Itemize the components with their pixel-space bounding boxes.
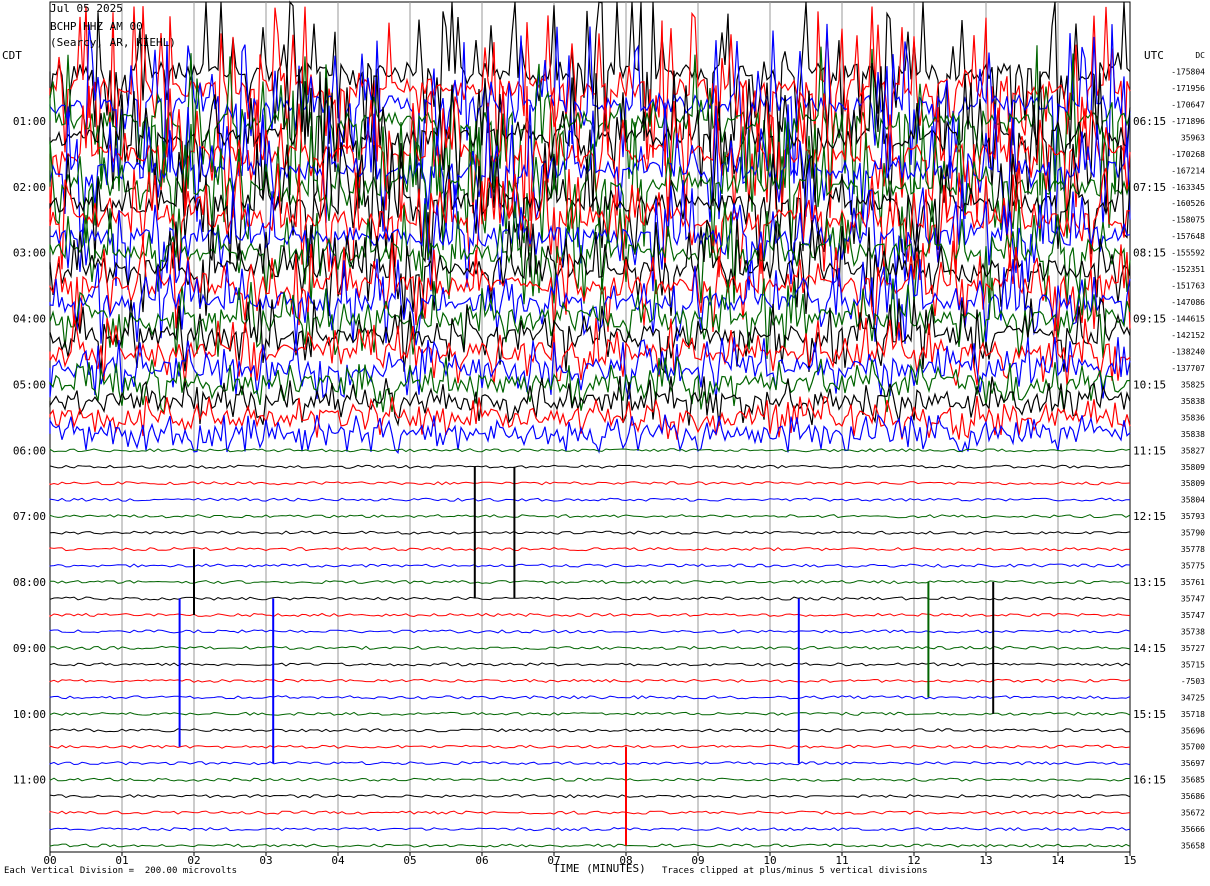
row-value-label: -138240 — [1171, 347, 1205, 356]
left-hour-label: 07:00 — [13, 510, 46, 523]
row-value-label: 35775 — [1181, 562, 1205, 571]
row-value-label: 35672 — [1181, 809, 1205, 818]
row-value-label: 35686 — [1181, 792, 1205, 801]
row-value-label: 35827 — [1181, 446, 1205, 455]
row-value-label: -167214 — [1171, 166, 1205, 175]
row-value-label: -142152 — [1171, 331, 1205, 340]
left-hour-label: 02:00 — [13, 181, 46, 194]
x-tick-label: 13 — [979, 854, 992, 867]
row-value-label: 35727 — [1181, 644, 1205, 653]
right-hour-label: 13:15 — [1133, 576, 1166, 589]
row-value-label: -163345 — [1171, 183, 1205, 192]
right-timezone: UTC — [1144, 49, 1164, 62]
row-value-label: 35761 — [1181, 578, 1205, 587]
row-value-label: 35700 — [1181, 743, 1205, 752]
right-hour-label: 07:15 — [1133, 181, 1166, 194]
row-value-label: 35825 — [1181, 380, 1205, 389]
left-hour-label: 03:00 — [13, 247, 46, 260]
right-hour-label: 06:15 — [1133, 115, 1166, 128]
row-value-label: 35804 — [1181, 496, 1205, 505]
row-value-label: 35738 — [1181, 627, 1205, 636]
row-value-label: 35666 — [1181, 825, 1205, 834]
right-hour-label: 08:15 — [1133, 247, 1166, 260]
left-hour-label: 04:00 — [13, 313, 46, 326]
left-hour-label: 06:00 — [13, 444, 46, 457]
row-value-label: -175804 — [1171, 67, 1205, 76]
row-value-label: -7503 — [1181, 677, 1205, 686]
row-value-label: 35809 — [1181, 463, 1205, 472]
x-tick-label: 14 — [1051, 854, 1065, 867]
row-value-label: -147086 — [1171, 298, 1205, 307]
left-hour-label: 05:00 — [13, 378, 46, 391]
left-hour-label: 08:00 — [13, 576, 46, 589]
row-value-label: -157648 — [1171, 232, 1205, 241]
row-value-label: 35809 — [1181, 479, 1205, 488]
helicorder-plot: 00 01 02 03 04 05 06 07 08 09 10 11 12 13 14 1501:0002:… — [13, 0, 1205, 867]
row-value-label: 35963 — [1181, 133, 1205, 142]
row-value-label: 35838 — [1181, 430, 1205, 439]
x-tick-label: 06 — [475, 854, 488, 867]
row-value-label: 35778 — [1181, 545, 1205, 554]
row-value-label: 35747 — [1181, 611, 1205, 620]
x-tick-label: 05 — [403, 854, 416, 867]
clip-note: Traces clipped at plus/minus 5 vertical … — [662, 866, 928, 876]
header-station: BCHP HHZ AM 00 — [50, 20, 143, 33]
scale-note: Each Vertical Division = 200.00 microvol… — [4, 866, 237, 876]
row-value-label: 35715 — [1181, 660, 1205, 669]
row-value-label: 35658 — [1181, 842, 1205, 851]
x-tick-label: 03 — [259, 854, 272, 867]
row-value-label: -170647 — [1171, 100, 1205, 109]
right-hour-label: 14:15 — [1133, 642, 1166, 655]
row-value-label: -158075 — [1171, 216, 1205, 225]
left-hour-label: 10:00 — [13, 708, 46, 721]
row-value-label: -144615 — [1171, 315, 1205, 324]
left-timezone: CDT — [2, 49, 22, 62]
x-tick-label: 15 — [1123, 854, 1136, 867]
left-hour-label: 11:00 — [13, 774, 46, 787]
row-value-label: 35697 — [1181, 759, 1205, 768]
row-value-label: -171956 — [1171, 84, 1205, 93]
row-value-label: -151763 — [1171, 282, 1205, 291]
row-value-label: -171896 — [1171, 117, 1205, 126]
header-location: (Searcy, AR, KIEHL) — [50, 36, 176, 49]
row-value-label: -137707 — [1171, 364, 1205, 373]
left-hour-label: 09:00 — [13, 642, 46, 655]
row-value-label: 35696 — [1181, 726, 1205, 735]
row-value-label: -160526 — [1171, 199, 1205, 208]
right-hour-label: 10:15 — [1133, 378, 1166, 391]
row-value-label: 35718 — [1181, 710, 1205, 719]
plot-frame — [49, 1, 1131, 853]
x-tick-label: 04 — [331, 854, 345, 867]
row-value-label: -170268 — [1171, 150, 1205, 159]
row-value-label: 35838 — [1181, 397, 1205, 406]
right-hour-label: 15:15 — [1133, 708, 1166, 721]
right-hour-label: 11:15 — [1133, 444, 1166, 457]
right-hour-label: 12:15 — [1133, 510, 1166, 523]
right-hour-label: 16:15 — [1133, 774, 1166, 787]
row-value-label: -152351 — [1171, 265, 1205, 274]
row-value-label: 35747 — [1181, 595, 1205, 604]
x-axis-title: TIME (MINUTES) — [553, 862, 646, 875]
row-value-label: 34725 — [1181, 693, 1205, 702]
row-value-label: 35685 — [1181, 776, 1205, 785]
row-value-label: 35790 — [1181, 529, 1205, 538]
header-date: Jul 05 2025 — [50, 2, 123, 15]
row-value-label: -155592 — [1171, 249, 1205, 258]
row-value-label: 35836 — [1181, 413, 1205, 422]
row-value-label: 35793 — [1181, 512, 1205, 521]
right-hour-label: 09:15 — [1133, 313, 1166, 326]
left-hour-label: 01:00 — [13, 115, 46, 128]
row-value-label: DC — [1195, 51, 1205, 60]
